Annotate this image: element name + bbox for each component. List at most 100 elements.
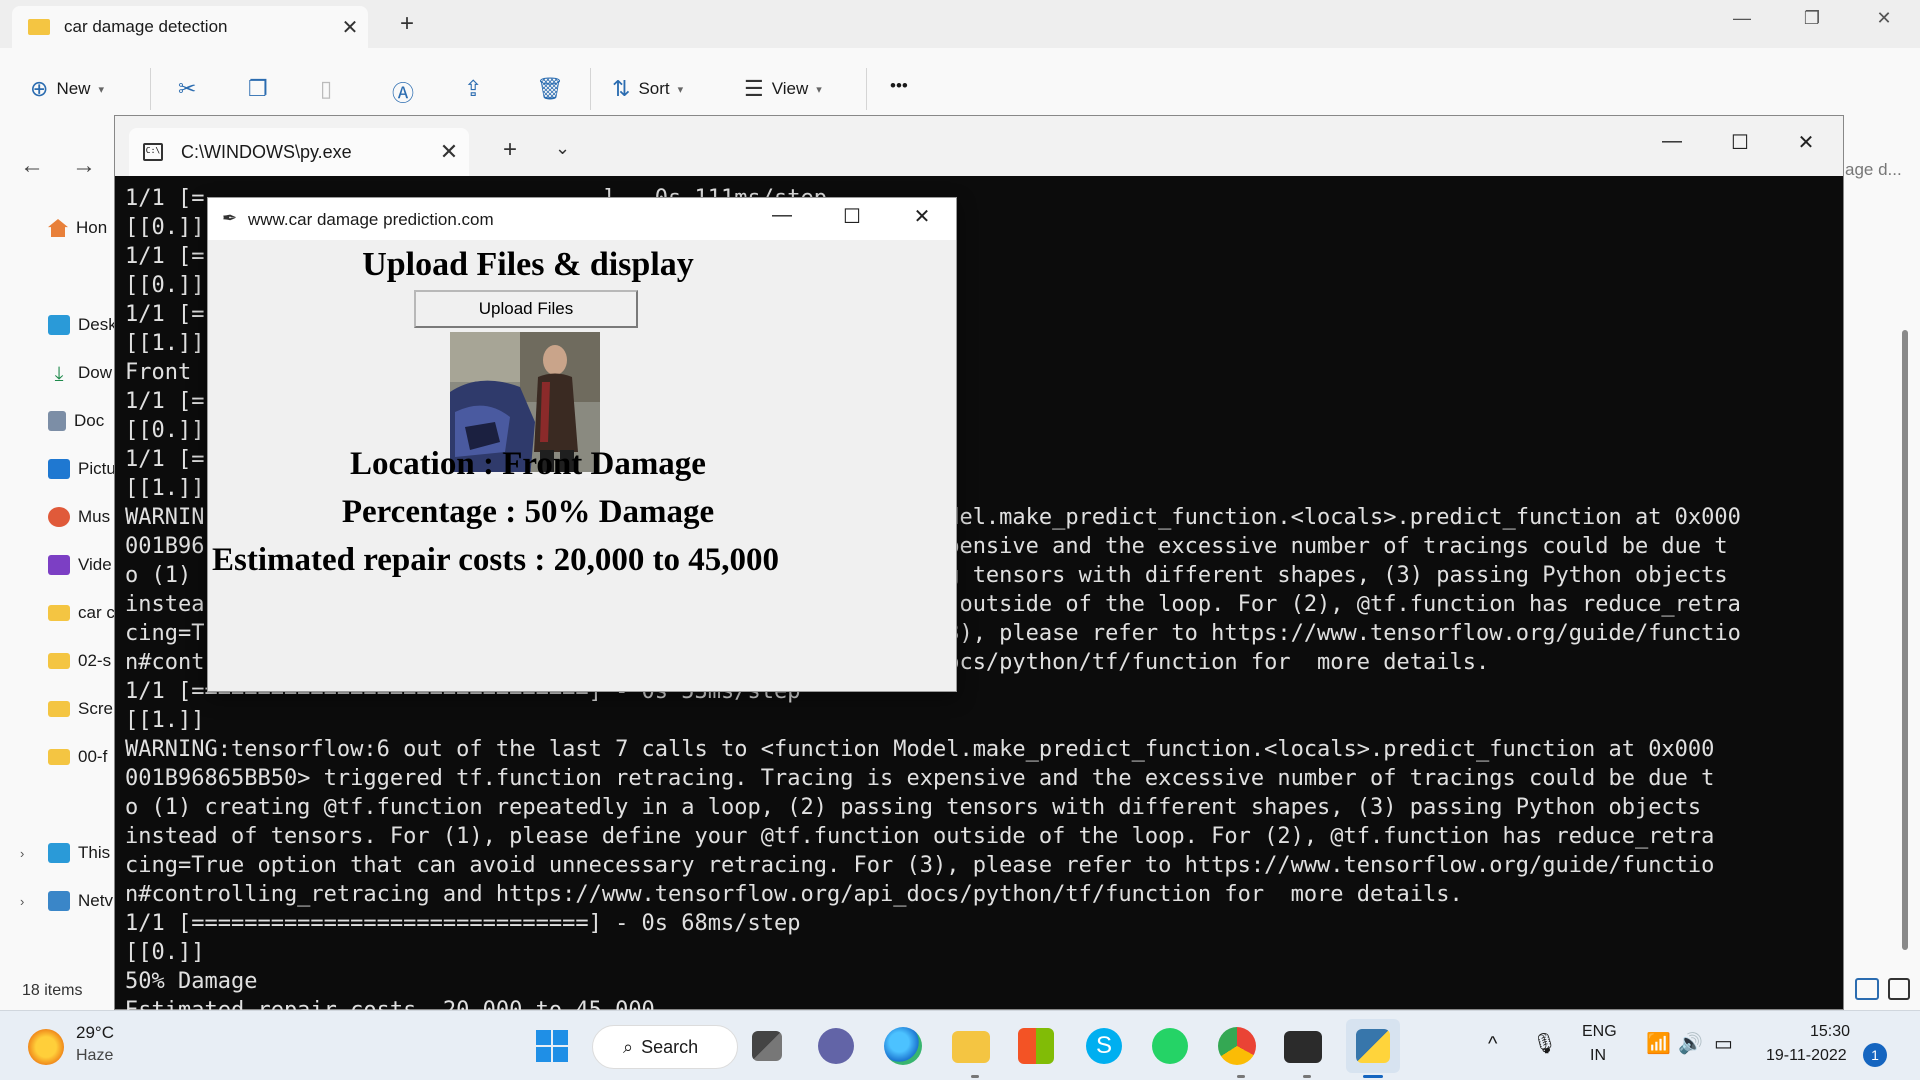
sidebar-item-network[interactable]: › Netv [20, 891, 113, 911]
sidebar-item-label: Vide [78, 555, 112, 574]
sidebar-item-folder[interactable]: 02-s [48, 651, 111, 671]
paste-icon: ▯ [320, 76, 333, 101]
chevron-down-icon[interactable]: ⌄ [555, 138, 570, 159]
sidebar-item-videos[interactable]: Vide [48, 555, 112, 575]
rename-button[interactable]: Ⓐ [392, 76, 414, 108]
sort-label: Sort [638, 79, 670, 98]
teams-chat-icon[interactable] [818, 1028, 854, 1064]
forward-arrow-icon[interactable]: → [72, 152, 96, 180]
speaker-icon[interactable]: 🔊 [1678, 1031, 1703, 1056]
language-top[interactable]: ENG [1582, 1023, 1617, 1041]
sort-button[interactable]: ⇅ Sort ▾ [612, 76, 683, 102]
delete-button[interactable]: 🗑 [536, 76, 564, 102]
start-icon[interactable] [530, 1024, 574, 1068]
sidebar-item-this-pc[interactable]: › This [20, 843, 110, 863]
chevron-up-icon[interactable]: ^ [1488, 1033, 1497, 1056]
trash-icon: 🗑 [536, 76, 564, 101]
minimize-button[interactable]: — [1722, 8, 1762, 29]
taskbar-search[interactable]: ⌕ Search [592, 1025, 738, 1069]
language-bottom[interactable]: IN [1590, 1047, 1606, 1065]
task-view-icon[interactable] [752, 1031, 782, 1061]
maximize-button[interactable]: ☐ [1715, 130, 1765, 155]
sidebar-item-documents[interactable]: Doc [48, 411, 104, 431]
sidebar-item-label: Mus [78, 507, 111, 526]
file-explorer-icon[interactable] [952, 1031, 990, 1063]
python-icon [1356, 1029, 1390, 1063]
details-view-icon[interactable] [1855, 978, 1879, 1000]
dialog-title: www.car damage prediction.com [248, 210, 494, 229]
folder-icon [28, 19, 50, 35]
sidebar-item-folder[interactable]: Scre [48, 699, 113, 719]
new-tab-button[interactable]: + [400, 10, 414, 38]
videos-icon [48, 555, 70, 575]
close-window-button[interactable]: ✕ [1781, 130, 1831, 155]
close-tab-icon[interactable]: ✕ [429, 139, 469, 165]
sidebar-item-folder[interactable]: 00-f [48, 747, 107, 767]
tiles-view-icon[interactable] [1888, 978, 1910, 1000]
new-label: New [56, 79, 91, 98]
new-tab-button[interactable]: + [503, 136, 517, 164]
sidebar-item-label: Dow [78, 363, 113, 382]
minimize-button[interactable]: — [1647, 130, 1697, 153]
terminal-tab[interactable]: C:\ C:\WINDOWS\py.exe ✕ [129, 128, 469, 176]
haze-weather-icon[interactable] [28, 1029, 64, 1065]
close-window-button[interactable]: ✕ [892, 204, 952, 229]
explorer-tab[interactable]: car damage detection ✕ [12, 6, 368, 48]
skype-icon[interactable]: S [1086, 1028, 1122, 1064]
home-icon [48, 219, 68, 237]
copy-button[interactable]: ❐ [248, 76, 268, 102]
microphone-icon[interactable]: 🎙 [1532, 1031, 1557, 1056]
restore-button[interactable]: ❐ [1792, 8, 1832, 29]
weather-description[interactable]: Haze [76, 1047, 113, 1065]
notification-badge[interactable]: 1 [1863, 1043, 1887, 1067]
share-icon: ⇪ [464, 76, 483, 101]
edge-icon[interactable] [884, 1027, 922, 1065]
folder-icon [48, 605, 70, 621]
upload-files-button[interactable]: Upload Files [414, 290, 638, 328]
clock-time[interactable]: 15:30 [1810, 1023, 1850, 1041]
scrollbar[interactable] [1902, 330, 1908, 950]
chevron-down-icon: ▾ [816, 83, 822, 96]
copy-icon: ❐ [248, 76, 268, 101]
sidebar-item-label: Netv [78, 891, 113, 910]
cut-button[interactable]: ✂ [178, 76, 196, 102]
sidebar-item-music[interactable]: Mus [48, 507, 110, 527]
wifi-icon[interactable]: 📶 [1646, 1031, 1671, 1056]
clock-date[interactable]: 19-11-2022 [1766, 1047, 1847, 1065]
toolbar-divider [150, 68, 151, 110]
close-window-button[interactable]: ✕ [1864, 8, 1904, 29]
folder-icon [48, 701, 70, 717]
sidebar-item-label: Scre [78, 699, 113, 718]
back-arrow-icon[interactable]: ← [20, 152, 44, 180]
new-button[interactable]: ⊕ New ▾ [30, 76, 104, 102]
terminal-line: o (1) creating @tf.function repeatedly i… [125, 795, 1702, 820]
close-tab-icon[interactable]: ✕ [332, 15, 368, 40]
tk-feather-icon: ✒ [222, 208, 238, 228]
whatsapp-icon[interactable] [1152, 1028, 1188, 1064]
terminal-icon[interactable] [1284, 1031, 1322, 1063]
share-button[interactable]: ⇪ [464, 76, 482, 102]
more-options-button[interactable]: ••• [890, 76, 908, 96]
weather-temperature[interactable]: 29°C [76, 1023, 114, 1043]
chevron-down-icon: ▾ [677, 83, 684, 96]
running-indicator [1237, 1075, 1245, 1078]
python-icon-active[interactable] [1346, 1019, 1400, 1073]
maximize-button[interactable]: ☐ [822, 204, 882, 229]
toolbar-divider [590, 68, 591, 110]
chrome-icon[interactable] [1218, 1027, 1256, 1065]
store-icon[interactable] [1018, 1028, 1054, 1064]
sidebar-item-downloads[interactable]: ⤓ Dow [48, 363, 113, 385]
search-box-text[interactable]: age d... [1845, 160, 1902, 180]
sidebar-item-desktop[interactable]: Desk [48, 315, 117, 335]
chevron-down-icon: ▾ [98, 83, 104, 96]
sidebar-item-folder[interactable]: car c [48, 603, 115, 623]
minimize-button[interactable]: — [752, 204, 812, 227]
sidebar-item-home[interactable]: Hon [48, 218, 107, 238]
view-button[interactable]: ☰ View ▾ [744, 76, 822, 102]
sidebar-item-pictures[interactable]: Pictu [48, 459, 116, 479]
console-icon: C:\ [143, 143, 163, 161]
terminal-line: n#controlling_retracing and https://www.… [125, 882, 1463, 907]
battery-icon[interactable]: ▭ [1714, 1031, 1733, 1056]
paste-button[interactable]: ▯ [320, 76, 332, 102]
explorer-tab-title: car damage detection [64, 17, 228, 36]
